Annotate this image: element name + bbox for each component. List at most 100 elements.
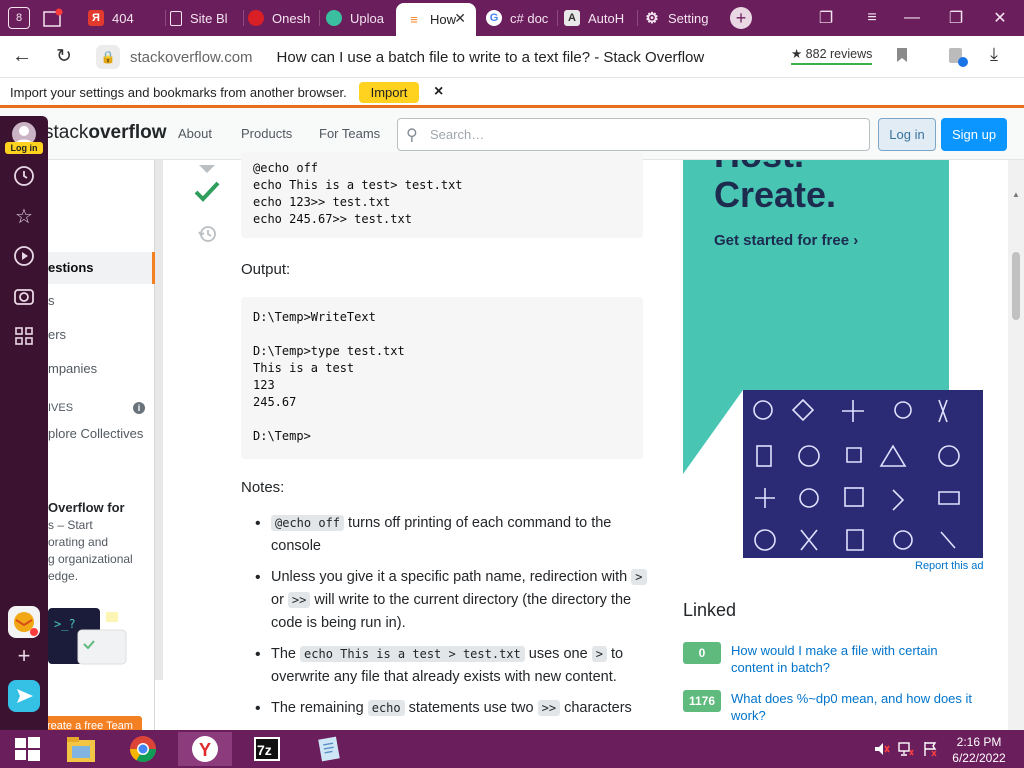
tab-autohotkey[interactable]: A AutoH [564,4,638,32]
back-icon[interactable]: ← [12,45,32,68]
tab-label: 404 [112,10,134,26]
teams-promo-line: orating and [48,535,109,549]
star-icon[interactable]: ☆ [12,204,36,228]
clock[interactable]: 2:16 PM 6/22/2022 [944,732,1014,766]
linked-title: Linked [683,600,737,620]
nav-questions-label: estions [48,260,94,275]
left-nav-scrollbar[interactable] [155,160,163,680]
tab-upload[interactable]: Uploa [326,4,396,32]
scrollbar-thumb[interactable] [1012,252,1020,320]
yandex-browser-icon[interactable]: Y [178,732,232,766]
history-icon[interactable] [12,164,36,188]
mail-app-icon[interactable] [8,606,40,638]
inline-code: echo This is a test > test.txt [300,646,525,662]
tab-site-blocker[interactable]: Site Bl [170,4,244,32]
tab-label: Site Bl [190,10,228,26]
sidebar-ad[interactable]: Host. Create. Get started for free › [683,160,983,558]
chrome-icon[interactable] [116,732,170,766]
nav-users[interactable]: ers [48,327,66,342]
report-ad-link[interactable]: Report this ad [915,560,983,572]
notes-list: @echo off turns off printing of each com… [253,512,648,728]
volume-muted-icon[interactable] [874,741,890,757]
browser-side-panel: Log in ☆ + [0,116,48,730]
so-login-button[interactable]: Log in [878,118,936,151]
tab-counter[interactable]: 8 [8,7,30,29]
windows-taskbar: Y 7z 2:16 PM 6/22/2022 [0,730,1024,768]
accepted-check-icon [193,178,221,206]
red-shoe-icon [248,10,264,26]
vote-count-badge: 1176 [683,690,721,712]
vote-down-icon[interactable] [199,160,215,173]
windows-start-icon[interactable] [0,732,54,766]
code-script: @echo off echo This is a test> test.txt … [253,161,463,226]
url-page-title: How can I use a batch file to write to a… [276,48,705,66]
nav-about[interactable]: About [178,126,212,141]
add-app-icon[interactable]: + [12,643,36,668]
tab-label: AutoH [588,10,625,26]
note-text: characters [560,700,632,716]
file-explorer-icon[interactable] [54,732,108,766]
reload-icon[interactable]: ↻ [56,45,72,68]
import-button[interactable]: Import [359,82,419,103]
page-scrollbar[interactable]: ▲ ▼ [1008,160,1024,730]
camera-icon[interactable] [12,284,36,308]
linked-item[interactable]: 1176 What does %~dp0 mean, and how does … [683,690,976,724]
reviews-link[interactable]: ★ 882 reviews [791,46,873,65]
nav-for-teams[interactable]: For Teams [319,126,380,141]
messenger-app-icon[interactable] [8,680,40,712]
bookmark-icon[interactable] [896,47,908,63]
linked-question-link[interactable]: How would I make a file with certain con… [731,642,976,676]
lock-icon[interactable]: 🔒 [96,45,120,69]
network-icon[interactable] [898,741,914,757]
new-tab-button[interactable]: + [730,7,752,29]
tab-csharp-doc[interactable]: G c# doc [486,4,558,32]
linked-item[interactable]: 0 How would I make a file with certain c… [683,642,976,676]
new-tab-folder-icon[interactable] [42,8,64,28]
notepad-icon[interactable] [302,732,356,766]
login-badge[interactable]: Log in [5,142,43,154]
code-block-script: @echo off echo This is a test> test.txt … [241,152,643,238]
notification-flag-icon[interactable] [922,741,938,757]
tab-404[interactable]: Я 404 [88,4,166,32]
url-field[interactable]: 🔒 stackoverflow.com How can I use a batc… [96,43,776,71]
code-block-output: D:\Temp>WriteText D:\Temp>type test.txt … [241,297,643,459]
infobar-close-icon[interactable]: × [434,83,443,101]
close-tab-icon[interactable]: ✕ [454,10,466,27]
info-icon[interactable]: i [133,402,145,414]
nav-products[interactable]: Products [241,126,292,141]
extension-icon[interactable] [946,45,968,67]
logo-text-stack: stack [44,122,89,143]
scroll-up-arrow[interactable]: ▲ [1012,190,1020,199]
search-placeholder: Search… [430,127,485,142]
note-text: statements use two [404,700,538,716]
nav-explore-collectives[interactable]: plore Collectives [48,426,143,441]
nav-tags[interactable]: s [48,293,55,308]
ad-cta[interactable]: Get started for free › [714,232,858,249]
menu-icon[interactable]: ≡ [858,6,886,30]
close-window-icon[interactable]: ✕ [986,6,1014,30]
linked-question-link[interactable]: What does %~dp0 mean, and how does it wo… [731,690,976,724]
login-label: Log in [889,127,925,142]
note-text: Unless you give it a specific path name,… [271,569,632,585]
so-logo[interactable]: stackoverflow [44,122,166,144]
history-icon[interactable] [197,224,217,244]
so-signup-button[interactable]: Sign up [941,118,1007,151]
login-badge-label: Log in [10,143,38,153]
minimize-icon[interactable]: — [898,6,926,30]
download-icon[interactable]: ⤓ [990,44,998,65]
tab-settings[interactable]: ⚙ Setting [644,4,708,32]
so-search-input[interactable]: ⚲ Search… [397,118,870,151]
note-text: uses one [524,646,592,662]
tab-oneshoe[interactable]: Onesh [248,4,320,32]
nav-companies[interactable]: mpanies [48,361,97,376]
note-text: or [271,592,288,608]
play-icon[interactable] [12,244,36,268]
restore-icon[interactable]: ❐ [942,6,970,30]
apps-grid-icon[interactable] [12,324,36,348]
tab-stackoverflow-active[interactable]: ≡ How ✕ [396,3,476,36]
7zip-icon[interactable]: 7z [240,732,294,766]
collections-icon[interactable]: ❐ [812,6,840,30]
tab-label: Setting [668,10,708,26]
yandex-icon: Я [88,10,104,26]
tab-counter-value: 8 [15,12,23,24]
